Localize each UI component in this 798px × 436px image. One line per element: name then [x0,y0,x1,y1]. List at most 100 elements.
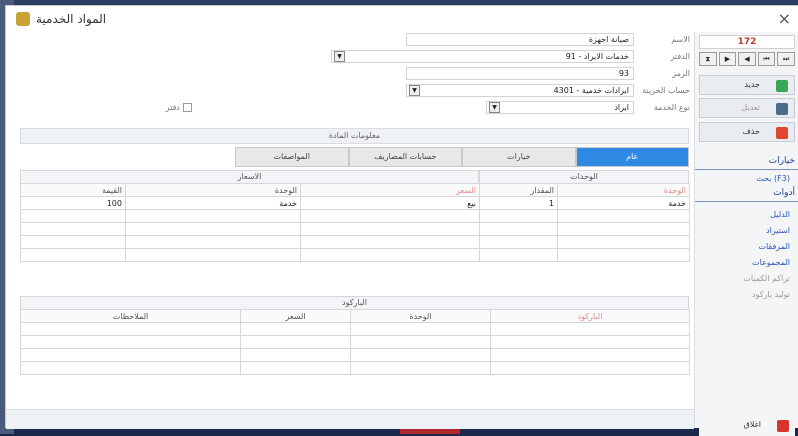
edit-button[interactable]: تعديل [699,98,795,118]
grid-cell[interactable] [300,235,480,249]
grid-cell[interactable] [125,248,301,262]
grid-cell[interactable] [240,322,351,336]
grid-cell[interactable] [20,361,241,375]
tool-groups-link[interactable]: المجموعات [752,258,790,267]
code-label: الرمز [672,69,690,78]
grid-cell[interactable] [125,222,301,236]
table-row[interactable] [479,235,690,249]
grid-cell[interactable] [350,322,491,336]
grid-cell[interactable] [240,348,351,362]
table-row[interactable] [20,248,480,262]
code-field[interactable]: 93 [406,67,634,80]
grid-cell[interactable]: خدمة [125,196,301,210]
tool-barcode-link[interactable]: توليد باركود [752,290,790,299]
grid-cell[interactable] [350,361,491,375]
grid-cell[interactable]: خدمة [557,196,690,210]
prices-grid-title: الاسعار [20,170,479,184]
tool-attachments-link[interactable]: المرفقات [758,242,790,251]
tab-general[interactable]: عام [575,147,689,167]
grid-cell[interactable] [350,348,491,362]
grid-cell[interactable] [490,348,690,362]
nav-prev-button[interactable]: ◀ [738,52,756,66]
ledger-checkbox[interactable] [183,103,192,112]
grid-cell[interactable]: بيع [300,196,480,210]
grid-cell[interactable] [490,322,690,336]
close-button-label: اغلاق [743,420,761,429]
chevron-down-icon[interactable]: ▼ [409,85,420,96]
units-grid: المقدار الوحدة 1 خدمة [479,183,690,262]
table-row[interactable]: 1 خدمة [479,196,690,210]
grid-cell[interactable] [20,222,126,236]
grid-cell[interactable] [300,222,480,236]
exit-icon [777,420,789,432]
record-number[interactable]: 172 [699,35,795,49]
table-row[interactable] [479,248,690,262]
grid-cell[interactable] [557,235,690,249]
grid-cell[interactable]: 1 [479,196,558,210]
ledger-select[interactable]: 91 - خدمات الايراد ▼ [331,50,634,63]
barcode-header-price: السعر [240,309,351,323]
grid-cell[interactable] [479,248,558,262]
nav-filter-button[interactable]: ⏭ [777,52,795,66]
table-row[interactable] [20,235,480,249]
record-navigator: ⧗ ▶ ◀ ⏮ ⏭ [699,52,795,66]
tab-specifications[interactable]: المواصفات [235,147,349,167]
tool-quantities-link[interactable]: تراكم الكميات [743,274,790,283]
tools-section-title[interactable]: أدوات [695,188,798,202]
close-button[interactable]: اغلاق [699,416,795,436]
grid-cell[interactable] [479,209,558,223]
new-button[interactable]: جديد [699,75,795,95]
tab-options[interactable]: خيارات [462,147,576,167]
tool-import-link[interactable]: استيراد [766,226,790,235]
delete-button-label: حذف [742,127,760,136]
grid-cell[interactable] [240,335,351,349]
grid-cell[interactable] [20,335,241,349]
grid-cell[interactable] [20,348,241,362]
service-type-select[interactable]: ايراد ▼ [486,101,634,114]
grid-cell[interactable] [557,209,690,223]
grid-cell[interactable] [125,235,301,249]
grid-cell[interactable] [20,209,126,223]
nav-first-button[interactable]: ⏮ [757,52,776,66]
prices-header-unit: الوحدة [125,183,301,197]
title-bar: المواد الخدمية × [6,6,798,32]
chevron-down-icon[interactable]: ▼ [334,51,345,62]
grid-cell[interactable] [490,335,690,349]
grid-cell[interactable] [557,222,690,236]
grid-cell[interactable]: 100 [20,196,126,210]
nav-next-button[interactable]: ▶ [718,52,737,66]
tab-expense-accounts[interactable]: حسابات المصاريف [348,147,462,167]
options-section-title[interactable]: خيارات [695,156,798,170]
table-row[interactable] [20,322,690,336]
nav-last-button[interactable]: ⧗ [699,52,717,66]
table-row[interactable] [20,335,690,349]
grid-cell[interactable] [350,335,491,349]
grid-cell[interactable] [557,248,690,262]
table-row[interactable] [479,209,690,223]
table-row[interactable] [20,348,690,362]
grid-cell[interactable] [300,248,480,262]
close-icon[interactable]: × [778,9,791,28]
chevron-down-icon[interactable]: ▼ [489,102,500,113]
table-row[interactable]: 100 خدمة بيع [20,196,480,210]
table-row[interactable] [20,361,690,375]
grid-cell[interactable] [479,235,558,249]
grid-cell[interactable] [125,209,301,223]
grid-cell[interactable] [240,361,351,375]
tool-guide-link[interactable]: الدليل [770,210,790,219]
grid-cell[interactable] [20,322,241,336]
side-panel: 172 ⧗ ▶ ◀ ⏮ ⏭ جديد تعديل حذف خيارات بحث … [694,32,798,436]
service-materials-window: المواد الخدمية × 172 ⧗ ▶ ◀ ⏮ ⏭ جديد تعدي… [5,5,798,436]
grid-cell[interactable] [300,209,480,223]
table-row[interactable] [20,222,480,236]
grid-cell[interactable] [479,222,558,236]
grid-cell[interactable] [20,235,126,249]
name-field[interactable]: صيانة اجهزة [406,33,634,46]
grid-cell[interactable] [490,361,690,375]
delete-button[interactable]: حذف [699,122,795,142]
table-row[interactable] [479,222,690,236]
grid-cell[interactable] [20,248,126,262]
search-link[interactable]: بحث (F3) [756,174,790,183]
table-row[interactable] [20,209,480,223]
account-select[interactable]: 4301 - ايرادات خدمية ▼ [406,84,634,97]
